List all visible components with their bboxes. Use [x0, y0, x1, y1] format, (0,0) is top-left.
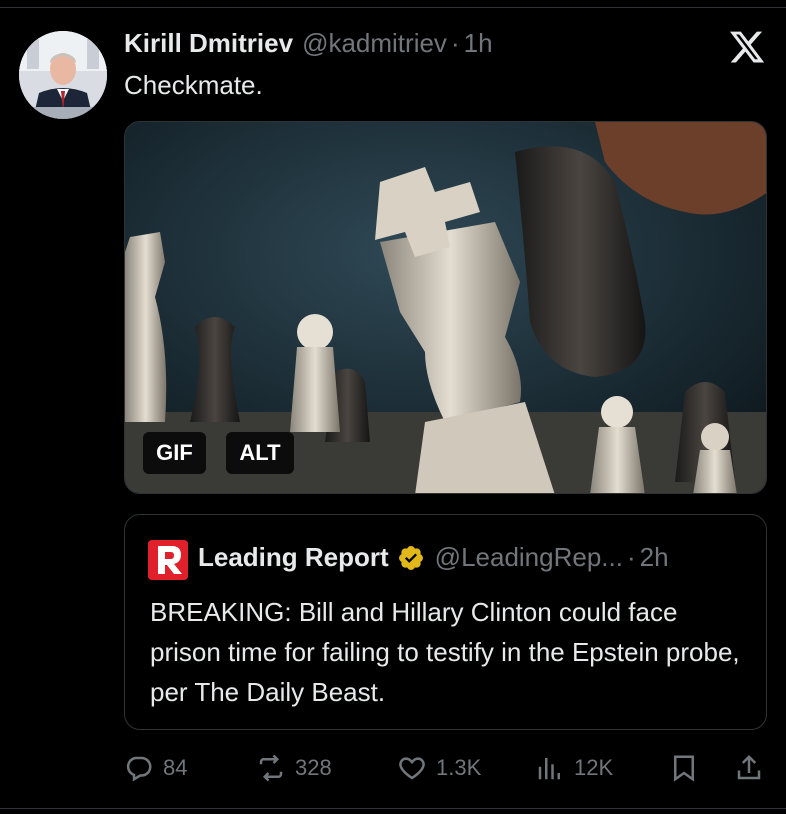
share-icon: [737, 754, 761, 780]
separator: ·: [626, 542, 636, 572]
repost-count: 328: [295, 755, 332, 780]
chess-scene-image: [125, 122, 766, 493]
bottom-divider: [0, 808, 786, 809]
quoted-header: Leading Report @LeadingRep... · 2h: [198, 542, 669, 573]
views-button[interactable]: 12K: [535, 746, 613, 790]
tweet-media-gif[interactable]: [124, 121, 767, 494]
quoted-time[interactable]: 2h: [640, 542, 669, 573]
separator: ·: [450, 28, 460, 58]
author-handle[interactable]: @kadmitriev: [302, 28, 447, 59]
leading-report-logo-icon: [148, 540, 188, 580]
share-button[interactable]: [734, 746, 764, 790]
reply-icon: [126, 756, 152, 782]
repost-icon: [259, 754, 283, 782]
repost-button[interactable]: 328: [256, 746, 332, 790]
tweet-time[interactable]: 1h: [464, 28, 493, 59]
avatar[interactable]: [19, 31, 107, 119]
reply-count: 84: [163, 755, 188, 780]
tweet-text: Checkmate.: [124, 70, 263, 100]
avatar-photo: [19, 31, 107, 119]
bookmark-icon: [674, 755, 694, 782]
like-count: 1.3K: [436, 755, 482, 780]
quoted-text: BREAKING: Bill and Hillary Clinton could…: [150, 597, 740, 707]
heart-icon: [399, 757, 425, 780]
top-divider: [0, 7, 786, 8]
gif-badge: GIF: [143, 432, 206, 474]
tweet-header: Kirill Dmitriev @kadmitriev · 1h: [124, 28, 493, 62]
verified-badge-icon: [398, 545, 423, 570]
view-count: 12K: [574, 755, 614, 780]
action-bar: 84 328 1.3K 12K: [0, 746, 786, 790]
bookmark-button[interactable]: [669, 746, 699, 790]
alt-text-button[interactable]: ALT: [226, 432, 294, 474]
quoted-author-handle[interactable]: @LeadingRep...: [435, 542, 623, 573]
author-name[interactable]: Kirill Dmitriev: [124, 28, 293, 59]
x-logo-icon[interactable]: [728, 28, 766, 66]
reply-button[interactable]: 84: [124, 746, 187, 790]
quoted-author-name[interactable]: Leading Report: [198, 542, 389, 573]
like-button[interactable]: 1.3K: [397, 746, 481, 790]
analytics-icon: [538, 758, 560, 780]
